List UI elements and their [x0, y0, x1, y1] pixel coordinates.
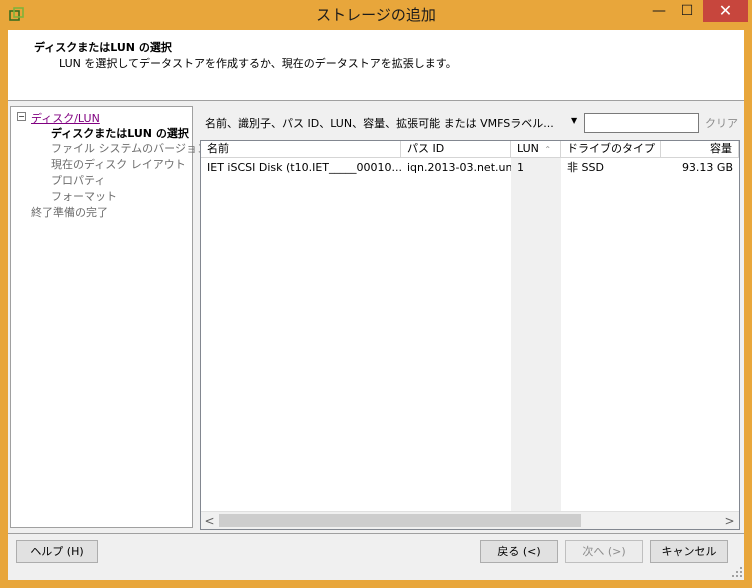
maximize-button[interactable]: ☐ — [673, 0, 701, 22]
column-header-drive-type[interactable]: ドライブのタイプ — [561, 141, 661, 158]
nav-step-select-disk: ディスクまたはLUN の選択 — [51, 127, 189, 140]
filter-field-selector[interactable]: 名前、識別子、パス ID、LUN、容量、拡張可能 または VMFSラベル... — [205, 115, 554, 131]
nav-step-disk-layout: 現在のディスク レイアウト — [51, 158, 186, 171]
page-subtitle: LUN を選択してデータストアを作成するか、現在のデータストアを拡張します。 — [59, 57, 457, 70]
column-header-lun-label: LUN — [517, 142, 539, 155]
nav-step-ready: 終了準備の完了 — [31, 206, 108, 219]
horizontal-scrollbar[interactable]: < > — [201, 511, 739, 529]
cell-capacity: 93.13 GB — [681, 161, 733, 174]
nav-step-format: フォーマット — [51, 190, 117, 203]
help-button[interactable]: ヘルプ (H) — [16, 540, 98, 563]
nav-step-properties: プロパティ — [51, 174, 106, 187]
title-bar[interactable]: ストレージの追加 — ☐ ✕ — [0, 0, 752, 30]
column-header-lun[interactable]: LUN ⌃ — [511, 141, 561, 158]
wizard-header: ディスクまたはLUN の選択 LUN を選択してデータストアを作成するか、現在の… — [8, 30, 744, 101]
dropdown-arrow-icon[interactable]: ▼ — [571, 116, 577, 125]
sort-ascending-icon: ⌃ — [544, 145, 552, 154]
scroll-thumb[interactable] — [219, 514, 581, 527]
minimize-button[interactable]: — — [645, 0, 673, 22]
page-title: ディスクまたはLUN の選択 — [34, 41, 172, 54]
collapse-icon[interactable]: − — [17, 112, 26, 121]
filter-input[interactable] — [584, 113, 699, 133]
sorted-column-highlight — [511, 158, 561, 511]
clear-filter-link[interactable]: クリア — [705, 115, 738, 131]
cancel-button[interactable]: キャンセル — [650, 540, 728, 563]
next-button[interactable]: 次へ (>) — [565, 540, 643, 563]
lun-table: 名前 パス ID LUN ⌃ ドライブのタイプ 容量 IET iSCSI Dis… — [200, 140, 740, 530]
add-storage-window: ストレージの追加 — ☐ ✕ ディスクまたはLUN の選択 LUN を選択してデ… — [0, 0, 752, 588]
cell-name: IET iSCSI Disk (t10.IET_____00010... — [207, 161, 401, 174]
cell-path-id: iqn.2013-03.net.un... — [407, 161, 511, 174]
window-title: ストレージの追加 — [316, 6, 436, 24]
column-header-path-id[interactable]: パス ID — [401, 141, 511, 158]
column-header-capacity[interactable]: 容量 — [661, 141, 739, 158]
dialog-client-area: ディスクまたはLUN の選択 LUN を選択してデータストアを作成するか、現在の… — [8, 30, 744, 580]
close-button[interactable]: ✕ — [703, 0, 748, 22]
footer-separator — [8, 533, 744, 534]
scroll-left-icon[interactable]: < — [201, 512, 218, 529]
nav-step-fs-version: ファイル システムのバージョン — [51, 142, 208, 155]
cell-drive-type: 非 SSD — [567, 161, 604, 174]
resize-grip-icon[interactable] — [732, 567, 742, 577]
wizard-steps-nav: − ディスク/LUN ディスクまたはLUN の選択 ファイル システムのバージョ… — [10, 106, 208, 528]
column-header-name[interactable]: 名前 — [201, 141, 401, 158]
scroll-right-icon[interactable]: > — [721, 512, 738, 529]
cell-lun: 1 — [517, 161, 524, 174]
back-button[interactable]: 戻る (<) — [480, 540, 558, 563]
nav-group-disk-lun[interactable]: ディスク/LUN — [31, 110, 100, 126]
